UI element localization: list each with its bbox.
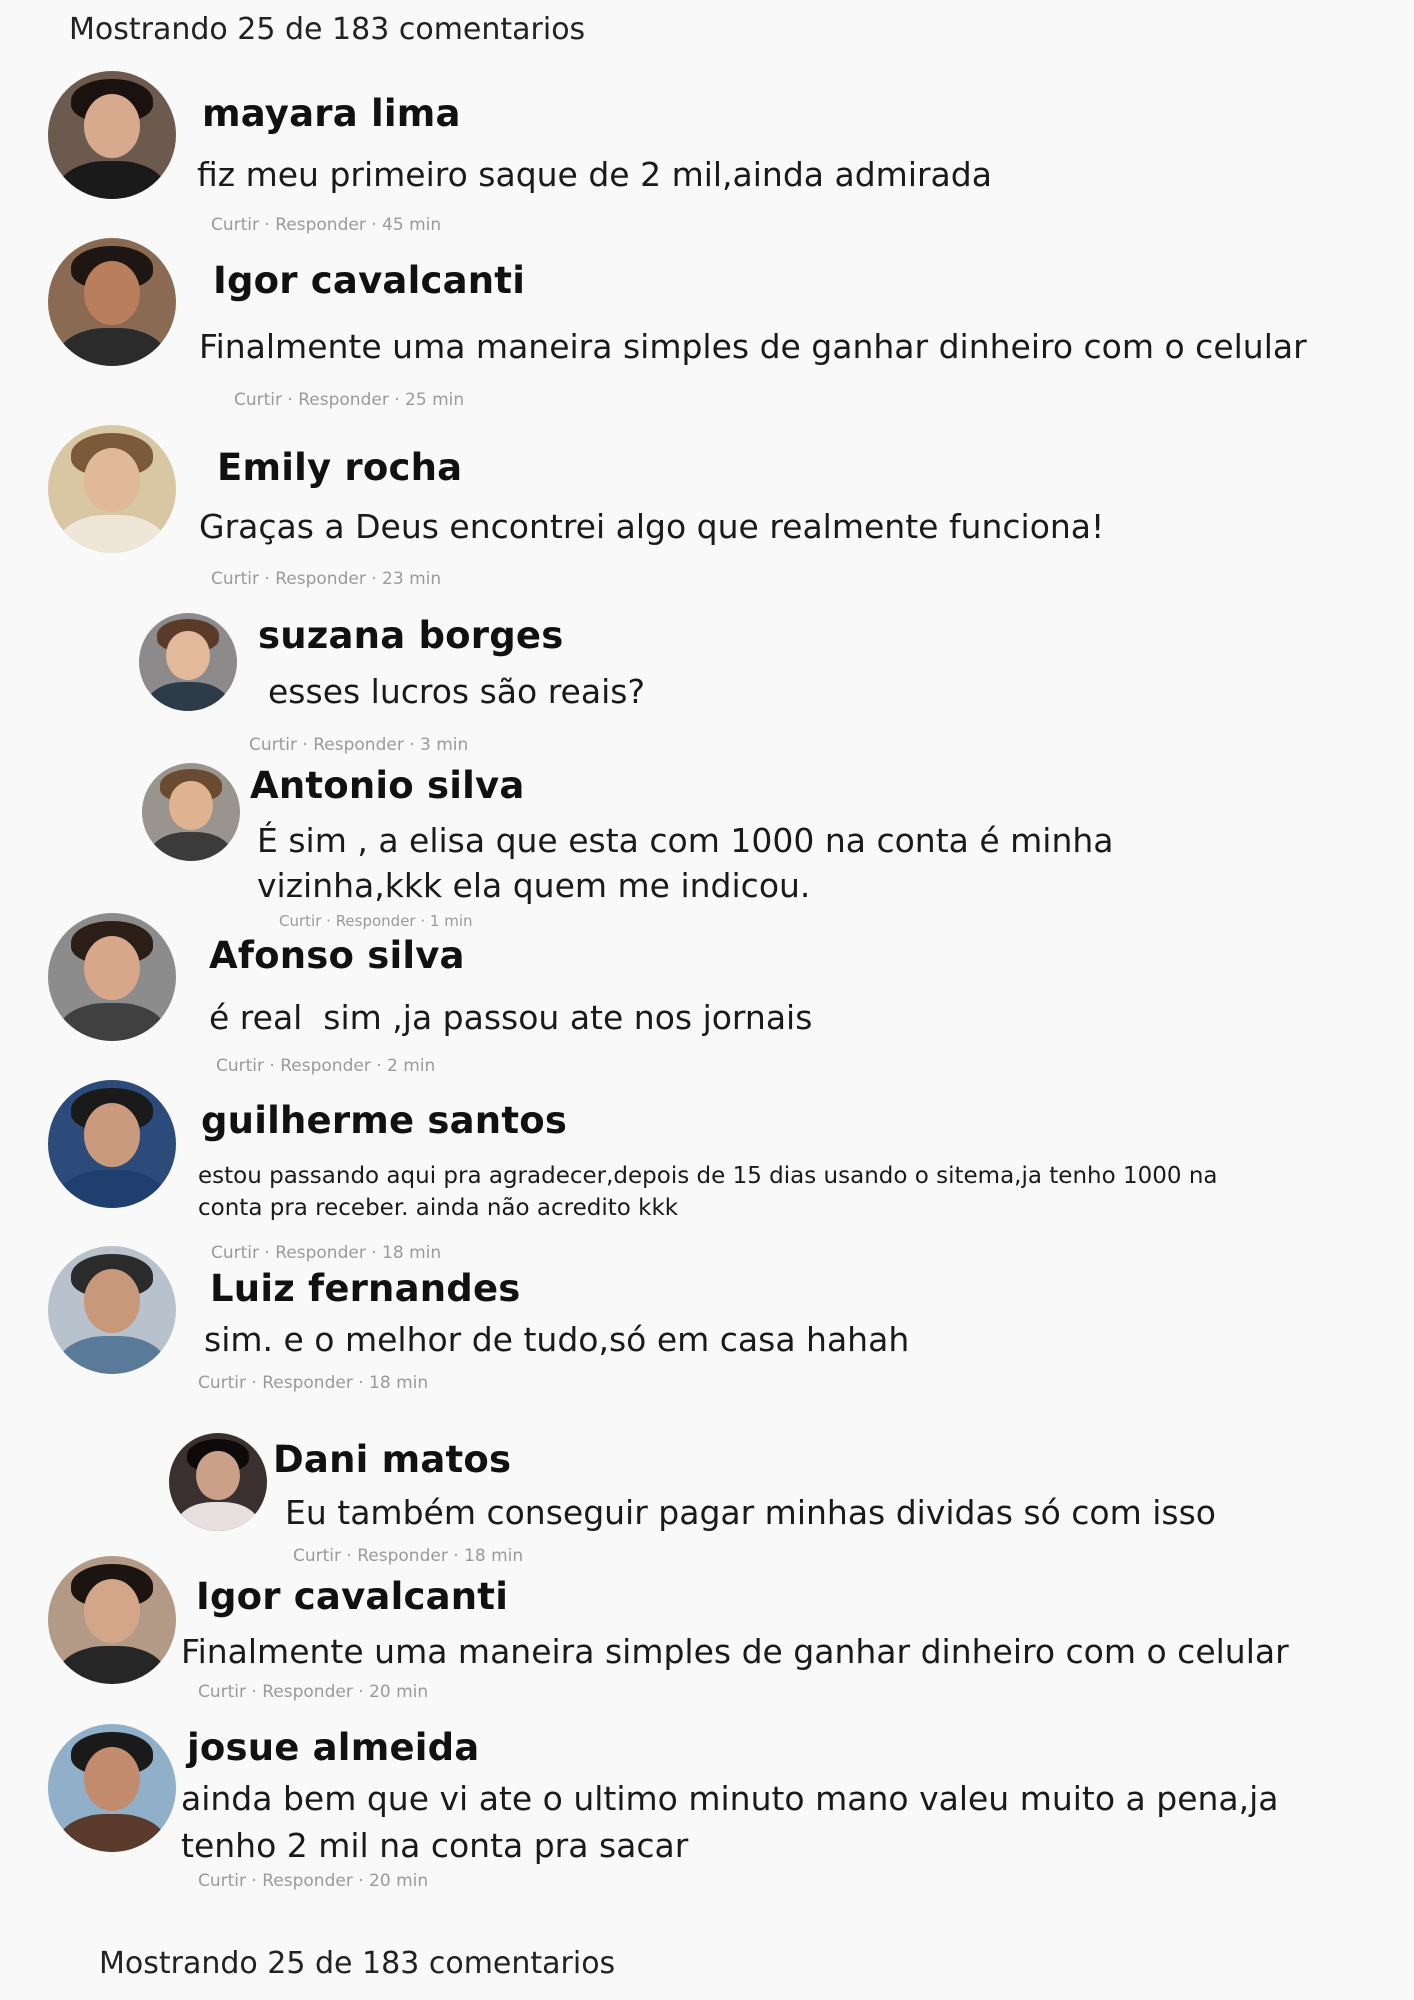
comment-actions: Curtir · Responder · 3 min bbox=[249, 735, 469, 755]
comment-author[interactable]: josue almeida bbox=[187, 1726, 479, 1769]
comment-author[interactable]: mayara lima bbox=[202, 92, 461, 135]
comment-text: É sim , a elisa que esta com 1000 na con… bbox=[257, 821, 1114, 905]
comment-actions: Curtir · Responder · 18 min bbox=[198, 1373, 429, 1393]
comment-author[interactable]: suzana borges bbox=[258, 614, 563, 657]
avatar bbox=[48, 1724, 176, 1852]
reply-link[interactable]: Responder bbox=[275, 215, 366, 235]
like-link[interactable]: Curtir bbox=[293, 1546, 341, 1566]
like-link[interactable]: Curtir bbox=[198, 1871, 246, 1891]
comment-author[interactable]: Emily rocha bbox=[217, 446, 462, 489]
reply-link[interactable]: Responder bbox=[298, 390, 389, 410]
comment-author[interactable]: Igor cavalcanti bbox=[213, 259, 525, 302]
avatar bbox=[139, 613, 237, 711]
comment-text: sim. e o melhor de tudo,só em casa hahah bbox=[204, 1320, 910, 1359]
like-link[interactable]: Curtir bbox=[211, 1243, 259, 1263]
like-link[interactable]: Curtir bbox=[198, 1373, 246, 1393]
avatar bbox=[169, 1433, 267, 1531]
comment-author[interactable]: Dani matos bbox=[273, 1438, 511, 1481]
avatar bbox=[48, 1080, 176, 1208]
avatar bbox=[48, 1556, 176, 1684]
avatar bbox=[48, 425, 176, 553]
comment-text: Finalmente uma maneira simples de ganhar… bbox=[199, 327, 1307, 366]
like-link[interactable]: Curtir bbox=[234, 390, 282, 410]
comment-actions: Curtir · Responder · 45 min bbox=[211, 215, 442, 235]
like-link[interactable]: Curtir bbox=[198, 1682, 246, 1702]
comment-time: 20 min bbox=[369, 1682, 429, 1702]
comment-author[interactable]: Antonio silva bbox=[250, 764, 524, 807]
comment-author[interactable]: guilherme santos bbox=[201, 1099, 567, 1142]
comment-actions: Curtir · Responder · 18 min bbox=[211, 1243, 442, 1263]
comment-text: fiz meu primeiro saque de 2 mil,ainda ad… bbox=[197, 155, 992, 194]
comment-actions: Curtir · Responder · 23 min bbox=[211, 569, 442, 589]
comment-time: 3 min bbox=[420, 735, 469, 755]
comment-time: 18 min bbox=[464, 1546, 524, 1566]
comment-count-bottom: Mostrando 25 de 183 comentarios bbox=[99, 1946, 616, 1981]
comment-text: Finalmente uma maneira simples de ganhar… bbox=[181, 1632, 1289, 1671]
comment-text: esses lucros são reais? bbox=[268, 672, 645, 711]
comment-author[interactable]: Igor cavalcanti bbox=[196, 1575, 508, 1618]
comment-time: 45 min bbox=[382, 215, 442, 235]
comment-time: 2 min bbox=[387, 1056, 436, 1076]
comment-actions: Curtir · Responder · 20 min bbox=[198, 1871, 429, 1891]
avatar bbox=[142, 763, 240, 861]
comment-author[interactable]: Luiz fernandes bbox=[210, 1267, 521, 1310]
reply-link[interactable]: Responder bbox=[262, 1682, 353, 1702]
like-link[interactable]: Curtir bbox=[211, 215, 259, 235]
comment-actions: Curtir · Responder · 2 min bbox=[216, 1056, 436, 1076]
avatar bbox=[48, 238, 176, 366]
reply-link[interactable]: Responder bbox=[313, 735, 404, 755]
comment-text: Graças a Deus encontrei algo que realmen… bbox=[199, 507, 1105, 546]
reply-link[interactable]: Responder bbox=[357, 1546, 448, 1566]
avatar bbox=[48, 1246, 176, 1374]
comment-time: 18 min bbox=[382, 1243, 442, 1263]
avatar bbox=[48, 71, 176, 199]
comment-text: ainda bem que vi ate o ultimo minuto man… bbox=[181, 1779, 1279, 1865]
comment-time: 23 min bbox=[382, 569, 442, 589]
comment-time: 18 min bbox=[369, 1373, 429, 1393]
like-link[interactable]: Curtir bbox=[211, 569, 259, 589]
reply-link[interactable]: Responder bbox=[336, 912, 416, 930]
comment-actions: Curtir · Responder · 25 min bbox=[234, 390, 465, 410]
comment-text: estou passando aqui pra agradecer,depois… bbox=[198, 1163, 1218, 1221]
comment-time: 1 min bbox=[429, 912, 473, 930]
reply-link[interactable]: Responder bbox=[280, 1056, 371, 1076]
comment-text: é real sim ,ja passou ate nos jornais bbox=[209, 998, 813, 1037]
comment-actions: Curtir · Responder · 1 min bbox=[279, 912, 473, 930]
comment-actions: Curtir · Responder · 18 min bbox=[293, 1546, 524, 1566]
comment-time: 20 min bbox=[369, 1871, 429, 1891]
comment-text: Eu também conseguir pagar minhas dividas… bbox=[285, 1493, 1216, 1532]
reply-link[interactable]: Responder bbox=[262, 1871, 353, 1891]
comment-actions: Curtir · Responder · 20 min bbox=[198, 1682, 429, 1702]
comment-count-top: Mostrando 25 de 183 comentarios bbox=[69, 12, 586, 47]
reply-link[interactable]: Responder bbox=[275, 569, 366, 589]
like-link[interactable]: Curtir bbox=[249, 735, 297, 755]
like-link[interactable]: Curtir bbox=[216, 1056, 264, 1076]
comment-author[interactable]: Afonso silva bbox=[209, 934, 465, 977]
reply-link[interactable]: Responder bbox=[262, 1373, 353, 1393]
reply-link[interactable]: Responder bbox=[275, 1243, 366, 1263]
like-link[interactable]: Curtir bbox=[279, 912, 321, 930]
comment-time: 25 min bbox=[405, 390, 465, 410]
avatar bbox=[48, 913, 176, 1041]
